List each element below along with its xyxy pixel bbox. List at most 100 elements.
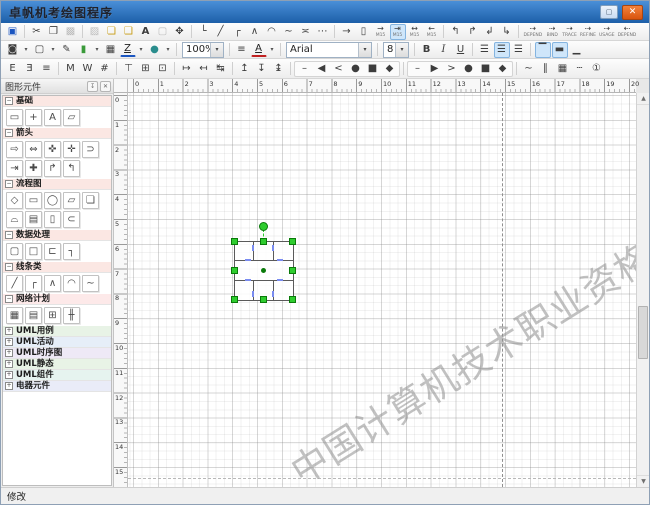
palette-item-np-table-rows[interactable]: ▤ [25, 307, 42, 324]
insert-image-button[interactable]: ▨ [87, 24, 103, 40]
send-to-back-button[interactable]: ❑ [121, 24, 137, 40]
flip-horizontal-button[interactable]: E [5, 61, 21, 77]
palette-item-arrow-tri[interactable]: ✛ [63, 141, 80, 158]
expand-icon[interactable]: + [5, 360, 13, 368]
font-color-button[interactable]: A [251, 42, 267, 57]
palette-item-dp-stadium[interactable]: ▢ [6, 243, 23, 260]
grid-snap-button[interactable]: # [97, 61, 113, 77]
resize-handle-e[interactable] [289, 267, 296, 274]
rotate-shape-button[interactable]: ≡ [39, 61, 55, 77]
section-header-uml-sequence[interactable]: +UML时序图 [3, 348, 111, 359]
line-color-button[interactable]: Z [120, 42, 136, 57]
palette-item-arrow-double[interactable]: ⇔ [25, 141, 42, 158]
arrow-m15-3-button[interactable]: ↔M15 [407, 24, 423, 40]
palette-item-shape-polygon[interactable]: ▱ [63, 109, 80, 126]
palette-item-arrow-cross[interactable]: ✚ [25, 160, 42, 177]
bring-to-front-button[interactable]: ❏ [104, 24, 120, 40]
theme-fill-button[interactable]: ▮ [76, 42, 92, 58]
underline-button[interactable]: U [453, 42, 469, 58]
fill-color-button[interactable]: ◙ [5, 42, 21, 58]
corner-arrow-4-button[interactable]: ↳ [499, 24, 515, 40]
space-vertical-1-button[interactable]: ↥ [237, 61, 253, 77]
marquee-select-button[interactable]: ▢ [155, 24, 171, 40]
line-color-dropdown-button[interactable]: ▾ [137, 42, 146, 58]
start-arrow-none-button[interactable]: – [297, 61, 313, 77]
select-all-button[interactable]: ✥ [172, 24, 188, 40]
palette-item-fc-ellipse[interactable]: ◯ [44, 192, 61, 209]
corner-arrow-3-button[interactable]: ↲ [482, 24, 498, 40]
chevron-down-icon[interactable]: ▾ [358, 43, 371, 57]
shape-style-dropdown-button[interactable]: ▾ [49, 42, 58, 58]
dash-style-button[interactable]: ┄ [572, 61, 588, 77]
palette-item-arrow-corner-left[interactable]: ↰ [63, 160, 80, 177]
space-horizontal-1-button[interactable]: ↦ [179, 61, 195, 77]
arrow-m15-2-button[interactable]: ⇥M15 [390, 24, 406, 40]
wave-line-button[interactable]: ∼ [521, 61, 537, 77]
parallel-lines-button[interactable]: ∥ [538, 61, 554, 77]
palette-item-arrow-pennant[interactable]: ⊃ [82, 141, 99, 158]
start-arrow-diamond-button[interactable]: ◆ [382, 61, 398, 77]
palette-item-arrow-quad[interactable]: ✜ [44, 141, 61, 158]
end-arrow-solid-button[interactable]: ▶ [427, 61, 443, 77]
scroll-up-button[interactable]: ▲ [637, 93, 650, 105]
dep-depend-right-button[interactable]: ⇠DEPEND [617, 24, 638, 40]
valign-middle-button[interactable]: ▬ [552, 42, 568, 58]
hatch-style-button[interactable]: ▦ [103, 42, 119, 58]
dep-depend-left-button[interactable]: ⇢DEPEND [523, 24, 544, 40]
palette-item-arrow-callout[interactable]: ⇥ [6, 160, 23, 177]
circled-number-button[interactable]: ① [589, 61, 605, 77]
close-button[interactable]: ✕ [622, 5, 643, 20]
palette-item-np-table[interactable]: ⊞ [44, 307, 61, 324]
arrow-bracket-button[interactable]: ▯ [356, 24, 372, 40]
section-header-uml-static[interactable]: +UML静态 [3, 359, 111, 370]
arrow-m15-1-button[interactable]: →M15 [373, 24, 389, 40]
bold-button[interactable]: B [419, 42, 435, 58]
collapse-icon[interactable]: − [5, 97, 13, 105]
section-header-arrows[interactable]: −箭头 [3, 128, 111, 139]
zigzag-line-button[interactable]: ∧ [247, 24, 263, 40]
palette-pin-button[interactable]: ↧ [87, 81, 98, 92]
palette-item-arrow-corner-right[interactable]: ↱ [44, 160, 61, 177]
start-arrow-open-button[interactable]: < [331, 61, 347, 77]
chevron-down-icon[interactable]: ▾ [395, 43, 408, 57]
save-button[interactable]: ▣ [5, 24, 21, 40]
palette-item-fc-process[interactable]: ▭ [25, 192, 42, 209]
end-arrow-dot-button[interactable]: ● [461, 61, 477, 77]
connector-step-button[interactable]: ┌ [230, 24, 246, 40]
copy-button[interactable]: ❐ [46, 24, 62, 40]
scroll-down-button[interactable]: ▼ [637, 475, 650, 487]
expand-icon[interactable]: + [5, 349, 13, 357]
resize-handle-w[interactable] [231, 267, 238, 274]
insert-text-button[interactable]: A [138, 24, 154, 40]
resize-handle-sw[interactable] [231, 296, 238, 303]
section-header-uml-usecase[interactable]: +UML用例 [3, 326, 111, 337]
palette-close-button[interactable]: ✕ [100, 81, 111, 92]
expand-icon[interactable]: + [5, 327, 13, 335]
collapse-icon[interactable]: − [5, 180, 13, 188]
table-grid-button[interactable]: ▦ [555, 61, 571, 77]
palette-item-line-step[interactable]: ┌ [25, 275, 42, 292]
drawing-canvas[interactable]: 中国计算机技术职业资格网 [128, 93, 636, 487]
align-right-button[interactable]: ☰ [511, 42, 527, 58]
section-header-flowchart[interactable]: −流程图 [3, 179, 111, 190]
flip-vertical-button[interactable]: Ǝ [22, 61, 38, 77]
paste-button[interactable]: ▩ [63, 24, 79, 40]
valign-top-button[interactable]: ▔ [535, 42, 551, 58]
expand-icon[interactable]: + [5, 338, 13, 346]
end-arrow-none-button[interactable]: – [410, 61, 426, 77]
vertical-scrollbar[interactable]: ▲ ▼ [636, 93, 649, 487]
resize-handle-n[interactable] [260, 238, 267, 245]
curve-tool-button[interactable]: ∼ [281, 24, 297, 40]
palette-item-fc-callout[interactable]: ❏ [82, 192, 99, 209]
collapse-icon[interactable]: − [5, 295, 13, 303]
start-arrow-dot-button[interactable]: ● [348, 61, 364, 77]
section-header-uml-component[interactable]: +UML组件 [3, 370, 111, 381]
space-vertical-3-button[interactable]: ↨ [271, 61, 287, 77]
italic-button[interactable]: I [436, 42, 452, 58]
collapse-icon[interactable]: − [5, 231, 13, 239]
valign-bottom-button[interactable]: ▁ [569, 42, 585, 58]
chevron-down-icon[interactable]: ▾ [210, 43, 223, 57]
arc-tool-button[interactable]: ◠ [264, 24, 280, 40]
format-brush-button[interactable]: ✎ [59, 42, 75, 58]
corner-arrow-1-button[interactable]: ↰ [448, 24, 464, 40]
